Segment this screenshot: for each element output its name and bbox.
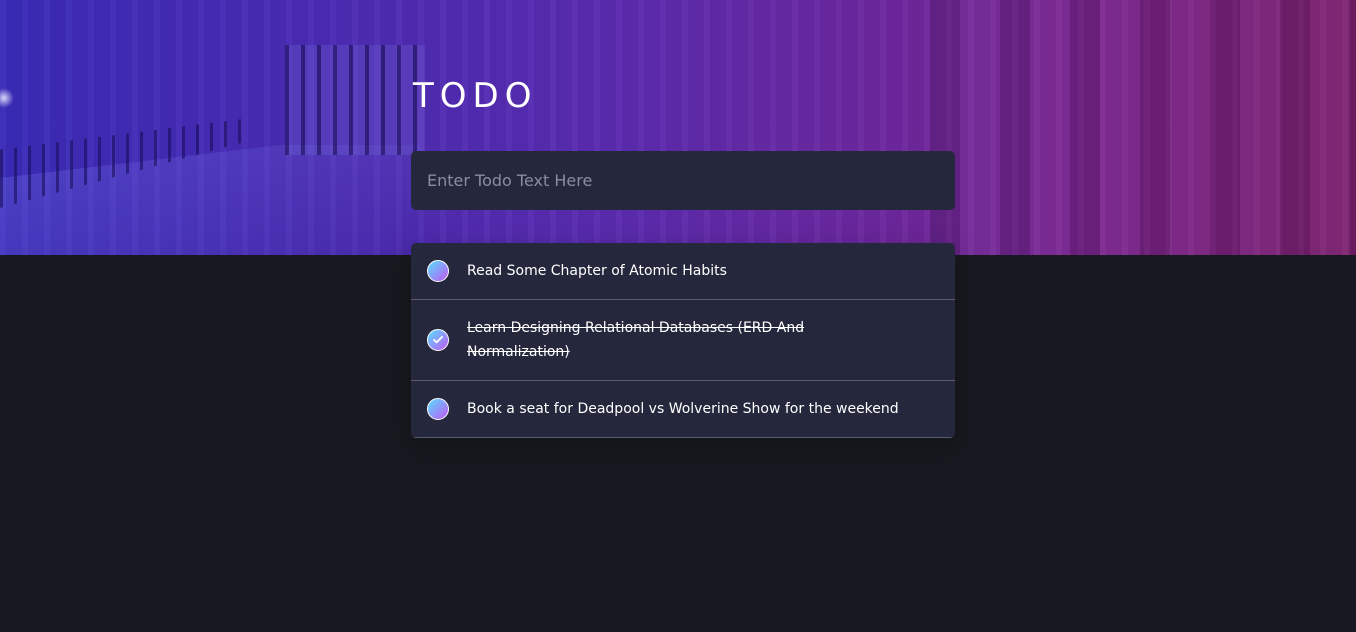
new-todo-box: [411, 151, 955, 210]
todo-item-completed[interactable]: Learn Designing Relational Databases (ER…: [411, 300, 955, 381]
app-title: TODO: [413, 76, 538, 116]
todo-item[interactable]: Read Some Chapter of Atomic Habits: [411, 243, 955, 300]
circle-icon[interactable]: [427, 398, 449, 420]
todo-text: Read Some Chapter of Atomic Habits: [467, 263, 727, 279]
hero-banner: [0, 0, 1356, 255]
hero-doorway: [285, 45, 425, 155]
check-icon-glyph: [433, 336, 443, 344]
todo-item[interactable]: Book a seat for Deadpool vs Wolverine Sh…: [411, 381, 955, 438]
todo-text: Learn Designing Relational Databases (ER…: [467, 320, 805, 360]
new-todo-input[interactable]: [411, 151, 955, 210]
todo-text: Book a seat for Deadpool vs Wolverine Sh…: [467, 401, 899, 417]
circle-icon[interactable]: [427, 260, 449, 282]
check-icon[interactable]: [427, 329, 449, 351]
todo-list: Read Some Chapter of Atomic Habits Learn…: [411, 243, 955, 438]
hero-pillars: [930, 0, 1356, 255]
